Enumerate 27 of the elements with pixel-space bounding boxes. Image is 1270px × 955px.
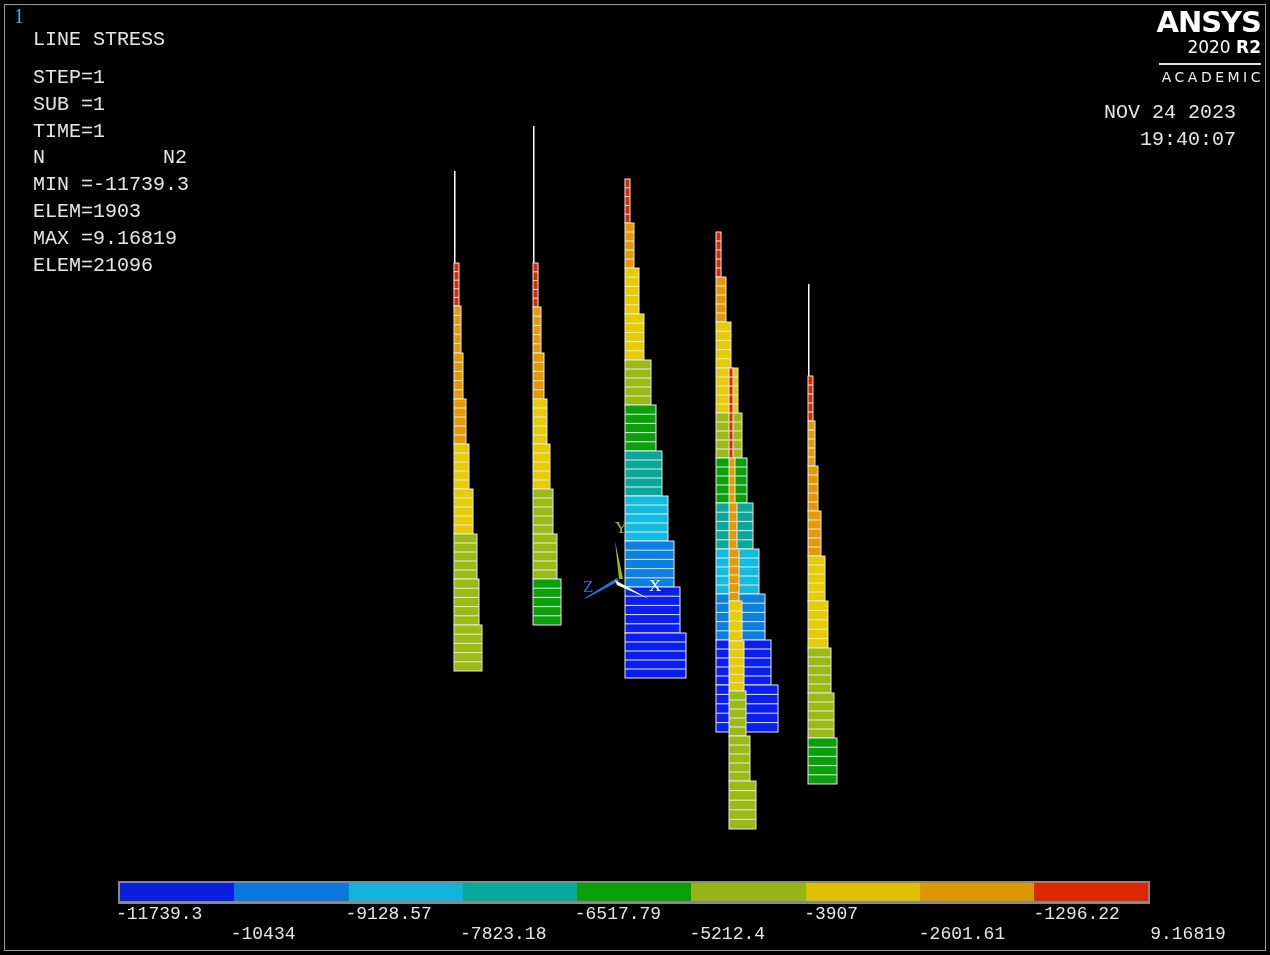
info-text: MIN =-11739.3 [33, 172, 190, 199]
legend-label: -2601.61 [918, 924, 1007, 944]
version-text: 2020 R2 [1187, 37, 1261, 57]
axis-label: Z [583, 577, 594, 596]
logo-text: ANSYS [1156, 7, 1261, 37]
time-text: 19:40:07 [1140, 127, 1236, 153]
date-text: NOV 24 2023 [1103, 100, 1236, 126]
info-text: MAX =9.16819 [33, 225, 178, 252]
legend-label: -9128.57 [345, 904, 433, 924]
info-text: ELEM=1903 [33, 199, 142, 225]
legend-label: -11739.3 [116, 904, 204, 924]
info-text: STEP=1 [33, 65, 105, 91]
legend-label: -7823.18 [460, 924, 548, 944]
plot-title: LINE STRESS [33, 27, 167, 53]
info-text: ELEM=21096 [33, 252, 154, 279]
legend-label: -1296.22 [1033, 904, 1121, 924]
legend-label: -3907 [804, 904, 860, 924]
info-text: N [33, 145, 45, 172]
info-text: TIME=1 [33, 118, 105, 145]
legend-label: -10434 [230, 924, 297, 944]
window-number: 1 [14, 5, 25, 27]
legend-label: 9.16819 [1150, 924, 1227, 944]
edition-text: ACADEMIC [1161, 69, 1264, 85]
info-text: N2 [163, 145, 187, 172]
legend-label: -6517.79 [574, 904, 663, 924]
info-text: SUB =1 [33, 91, 105, 118]
legend-label: -5212.4 [689, 924, 767, 944]
